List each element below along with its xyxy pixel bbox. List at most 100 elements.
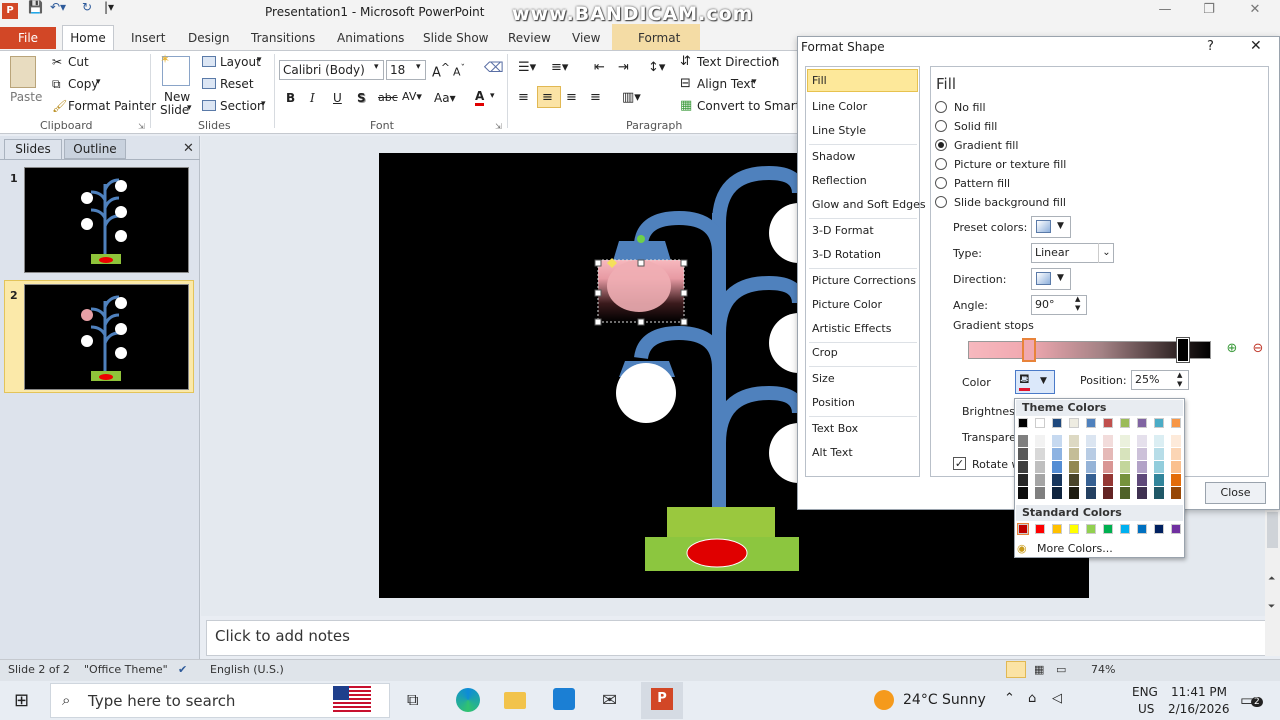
color-swatch[interactable]	[1017, 523, 1029, 535]
color-swatch[interactable]	[1035, 418, 1045, 428]
chevron-down-icon[interactable]: ▾	[416, 62, 421, 72]
color-swatch[interactable]	[1069, 435, 1079, 447]
tab-review[interactable]: Review	[508, 31, 551, 45]
decrease-indent-icon[interactable]: ⇤	[594, 60, 605, 75]
color-swatch[interactable]	[1086, 435, 1096, 447]
label-pattern-fill[interactable]: Pattern fill	[954, 177, 1010, 190]
color-swatch[interactable]	[1154, 461, 1164, 473]
color-swatch[interactable]	[1154, 524, 1164, 534]
color-swatch[interactable]	[1086, 524, 1096, 534]
previous-slide-icon[interactable]: ⏶	[1268, 574, 1275, 584]
minimize-icon[interactable]: —	[1150, 2, 1180, 22]
color-swatch[interactable]	[1171, 418, 1181, 428]
tab-file[interactable]: File	[0, 27, 56, 49]
align-left-icon[interactable]: ≡	[518, 90, 529, 105]
rotate-with-shape-checkbox[interactable]: ✓	[953, 457, 966, 470]
mail-icon[interactable]: ✉	[602, 690, 617, 711]
color-swatch[interactable]	[1120, 435, 1130, 447]
nav-3d-format[interactable]: 3-D Format	[812, 224, 874, 237]
color-swatch[interactable]	[1035, 524, 1045, 534]
color-swatch[interactable]	[1069, 487, 1079, 499]
volume-icon[interactable]: ◁	[1052, 691, 1062, 706]
section-button[interactable]: Section	[220, 99, 265, 113]
text-direction-icon[interactable]: ⇵	[680, 54, 691, 69]
label-gradient-fill[interactable]: Gradient fill	[954, 139, 1018, 152]
align-text-icon[interactable]: ⊟	[680, 76, 691, 91]
strikethrough-icon[interactable]: abc	[378, 91, 398, 104]
tab-view[interactable]: View	[572, 31, 600, 45]
notes-pane[interactable]	[206, 620, 1266, 656]
color-swatch[interactable]	[1069, 461, 1079, 473]
color-swatch[interactable]	[1035, 461, 1045, 473]
dialog-launcher-icon[interactable]: ⇲	[495, 122, 502, 131]
cut-button[interactable]: Cut	[68, 55, 89, 69]
color-swatch[interactable]	[1035, 474, 1045, 486]
align-right-icon[interactable]: ≡	[566, 90, 577, 105]
color-swatch[interactable]	[1086, 448, 1096, 460]
gradient-stop-selected[interactable]	[1022, 338, 1036, 362]
reset-button[interactable]: Reset	[220, 77, 254, 91]
chevron-down-icon[interactable]: ▾	[752, 77, 757, 87]
color-swatch[interactable]	[1137, 448, 1147, 460]
grow-font-icon[interactable]: A^	[432, 61, 450, 80]
align-text-button[interactable]: Align Text	[697, 77, 755, 91]
clock-time[interactable]: 11:41 PM	[1171, 685, 1227, 699]
tab-animations[interactable]: Animations	[337, 31, 404, 45]
zoom-level[interactable]: 74%	[1091, 663, 1115, 676]
color-swatch[interactable]	[1052, 474, 1062, 486]
slide-sorter-icon[interactable]: ▦	[1034, 663, 1044, 676]
color-swatch[interactable]	[1120, 474, 1130, 486]
copy-icon[interactable]: ⧉	[52, 77, 61, 92]
line-spacing-icon[interactable]: ↕▾	[648, 60, 665, 75]
scrollbar-thumb[interactable]	[1267, 512, 1278, 548]
tab-design[interactable]: Design	[188, 31, 229, 45]
character-spacing-icon[interactable]: AV▾	[402, 90, 422, 103]
chevron-down-icon[interactable]: ▾	[490, 91, 495, 101]
save-icon[interactable]: 💾	[28, 0, 43, 14]
undo-icon[interactable]: ↶▾	[50, 0, 66, 14]
color-swatch[interactable]	[1171, 461, 1181, 473]
tab-format[interactable]: Format	[638, 31, 680, 45]
color-swatch[interactable]	[1137, 435, 1147, 447]
bullets-icon[interactable]: ☰▾	[518, 60, 536, 75]
status-theme[interactable]: "Office Theme"	[84, 663, 168, 676]
color-swatch[interactable]	[1154, 448, 1164, 460]
color-swatch[interactable]	[1137, 524, 1147, 534]
tab-transitions[interactable]: Transitions	[251, 31, 315, 45]
nav-crop[interactable]: Crop	[812, 346, 838, 359]
windows-start-icon[interactable]: ⊞	[14, 690, 29, 711]
color-swatch[interactable]	[1018, 435, 1028, 447]
text-shadow-icon[interactable]: S	[357, 91, 366, 105]
chevron-down-icon[interactable]: ▾	[96, 77, 101, 87]
color-swatch[interactable]	[1018, 474, 1028, 486]
font-name-combo[interactable]: Calibri (Body)	[279, 60, 384, 80]
color-swatch[interactable]	[1120, 461, 1130, 473]
reading-view-icon[interactable]: ▭	[1056, 663, 1066, 676]
nav-reflection[interactable]: Reflection	[812, 174, 867, 187]
color-swatch[interactable]	[1018, 418, 1028, 428]
color-swatch[interactable]	[1103, 474, 1113, 486]
clock-date[interactable]: 2/16/2026	[1168, 702, 1230, 716]
format-painter-icon[interactable]: 🖌	[52, 99, 67, 113]
color-swatch[interactable]	[1069, 524, 1079, 534]
edge-icon[interactable]	[456, 688, 480, 712]
close-button[interactable]: Close	[1205, 482, 1266, 504]
nav-line-style[interactable]: Line Style	[812, 124, 866, 137]
new-slide-label-2[interactable]: Slide	[160, 103, 189, 117]
label-picture-fill[interactable]: Picture or texture fill	[954, 158, 1066, 171]
color-swatch[interactable]	[1120, 418, 1130, 428]
color-swatch[interactable]	[1069, 474, 1079, 486]
nav-fill[interactable]: Fill	[812, 74, 827, 87]
paste-icon[interactable]	[10, 56, 36, 88]
text-direction-button[interactable]: Text Direction	[697, 55, 779, 69]
section-icon[interactable]	[202, 100, 216, 111]
bold-icon[interactable]: B	[286, 91, 295, 105]
color-swatch[interactable]	[1137, 487, 1147, 499]
color-swatch[interactable]	[1103, 524, 1113, 534]
restore-icon[interactable]: ❐	[1194, 2, 1224, 22]
color-swatch[interactable]	[1086, 487, 1096, 499]
spell-check-icon[interactable]: ✔	[178, 663, 187, 676]
chevron-down-icon[interactable]: ▾	[374, 62, 379, 72]
underline-icon[interactable]: U	[333, 91, 342, 105]
close-panel-icon[interactable]: ✕	[183, 141, 194, 156]
